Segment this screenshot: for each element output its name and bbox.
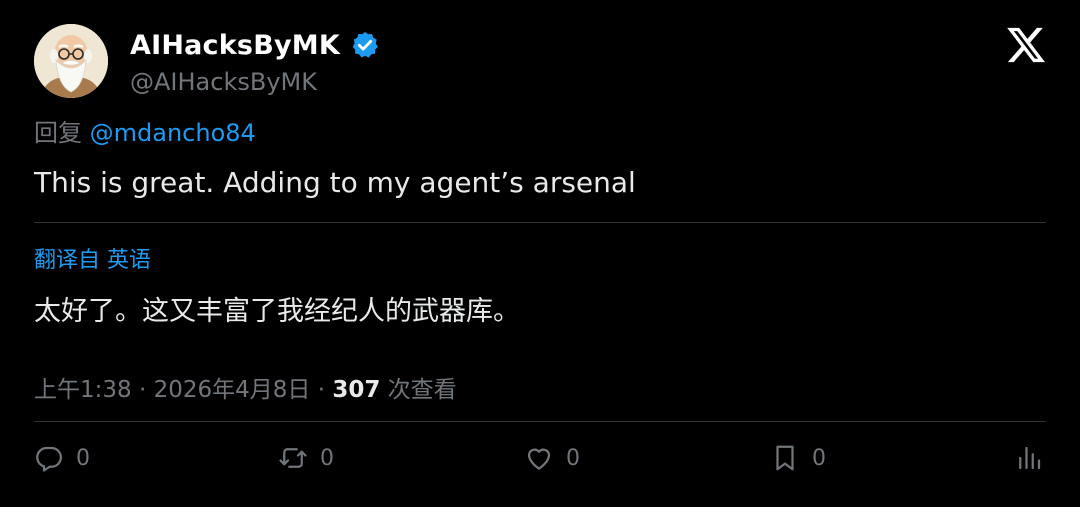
bookmark-count: 0 xyxy=(812,445,826,471)
like-count: 0 xyxy=(566,445,580,471)
author-handle[interactable]: @AIHacksByMK xyxy=(130,68,317,96)
author-name-row[interactable]: AIHacksByMK xyxy=(130,26,380,64)
action-bar: 0 0 0 0 xyxy=(0,440,1080,476)
avatar[interactable] xyxy=(34,24,108,98)
reply-mention-link[interactable]: @mdancho84 xyxy=(90,119,256,147)
bookmark-icon xyxy=(776,445,794,471)
views-label: 次查看 xyxy=(387,377,457,403)
views-count: 307 xyxy=(332,377,381,403)
verified-badge-icon xyxy=(352,31,378,58)
repost-icon xyxy=(279,448,307,468)
translation-label-link[interactable]: 翻译自 英语 xyxy=(34,242,151,274)
tweet-date[interactable]: 2026年4月8日 xyxy=(154,377,311,403)
tweet-meta: 上午1:38 · 2026年4月8日 · 307 次查看 xyxy=(34,370,457,404)
repost-button[interactable]: 0 xyxy=(278,440,334,476)
like-button[interactable]: 0 xyxy=(524,440,580,476)
avatar-image xyxy=(34,24,108,98)
display-name[interactable]: AIHacksByMK xyxy=(130,30,340,61)
analytics-button[interactable] xyxy=(1014,440,1044,476)
divider xyxy=(34,421,1046,422)
x-logo-icon[interactable] xyxy=(1006,26,1046,64)
repost-count: 0 xyxy=(320,445,334,471)
meta-separator: · xyxy=(317,377,326,403)
meta-separator: · xyxy=(138,377,147,403)
reply-prefix: 回复 xyxy=(34,119,82,147)
translated-text: 太好了。这又丰富了我经纪人的武器库。 xyxy=(34,296,520,327)
heart-icon xyxy=(527,448,551,470)
reply-count: 0 xyxy=(76,445,90,471)
tweet-text: This is great. Adding to my agent’s arse… xyxy=(34,166,636,199)
reply-context: 回复 @mdancho84 xyxy=(34,113,256,148)
bookmark-button[interactable]: 0 xyxy=(770,440,826,476)
divider xyxy=(34,222,1046,223)
reply-button[interactable]: 0 xyxy=(34,440,90,476)
analytics-icon xyxy=(1019,446,1041,470)
tweet-time[interactable]: 上午1:38 xyxy=(34,377,132,403)
reply-icon xyxy=(36,446,62,472)
